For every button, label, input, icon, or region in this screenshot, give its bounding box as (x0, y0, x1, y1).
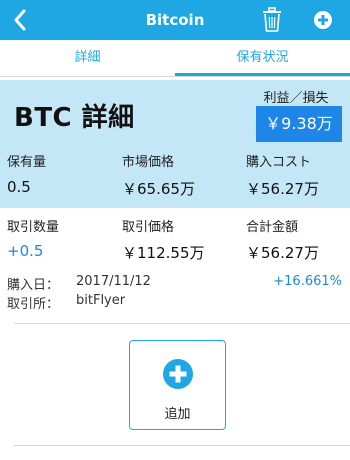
divider (14, 323, 350, 324)
market-price-label: 市場価格 (122, 155, 175, 170)
purchase-cost-value: ￥56.27万 (246, 180, 319, 198)
market-price-value: ￥65.65万 (122, 180, 195, 198)
tab-bar: 詳細 保有状況 (0, 40, 350, 76)
back-button[interactable] (6, 6, 34, 34)
chevron-left-icon (14, 9, 26, 31)
navbar: Bitcoin (0, 0, 350, 40)
divider (14, 445, 350, 446)
profit-loss-label: 利益／損失 (263, 91, 329, 106)
divider (0, 76, 350, 77)
holding-amount-value: 0.5 (7, 178, 31, 196)
trash-icon (263, 7, 281, 32)
tab-details[interactable]: 詳細 (0, 40, 175, 76)
purchase-date-label: 購入日： (7, 278, 60, 293)
add-nav-button[interactable] (309, 6, 337, 34)
tab-holdings[interactable]: 保有状況 (175, 40, 350, 76)
profit-percent: +16.661% (273, 274, 342, 289)
trade-quantity-value: +0.5 (7, 242, 44, 260)
trade-price-value: ￥112.55万 (122, 244, 205, 262)
purchase-date-value: 2017/11/12 (76, 274, 151, 289)
profit-loss-button[interactable]: ￥9.38万 (256, 106, 342, 142)
trade-quantity-label: 取引数量 (7, 220, 60, 235)
delete-button[interactable] (259, 6, 285, 34)
plus-circle-icon (314, 11, 332, 29)
purchase-cost-label: 購入コスト (246, 155, 312, 170)
add-label: 追加 (164, 407, 191, 422)
page-title: BTC 詳細 (14, 103, 135, 133)
exchange-label: 取引所： (7, 297, 60, 312)
nav-title: Bitcoin (145, 11, 205, 29)
total-amount-label: 合計金額 (246, 220, 299, 235)
trade-price-label: 取引価格 (122, 220, 175, 235)
exchange-value: bitFlyer (76, 293, 126, 308)
total-amount-value: ￥56.27万 (246, 244, 319, 262)
plus-circle-icon (163, 359, 193, 389)
add-transaction-button[interactable]: 追加 (129, 340, 226, 430)
holding-amount-label: 保有量 (7, 155, 47, 170)
